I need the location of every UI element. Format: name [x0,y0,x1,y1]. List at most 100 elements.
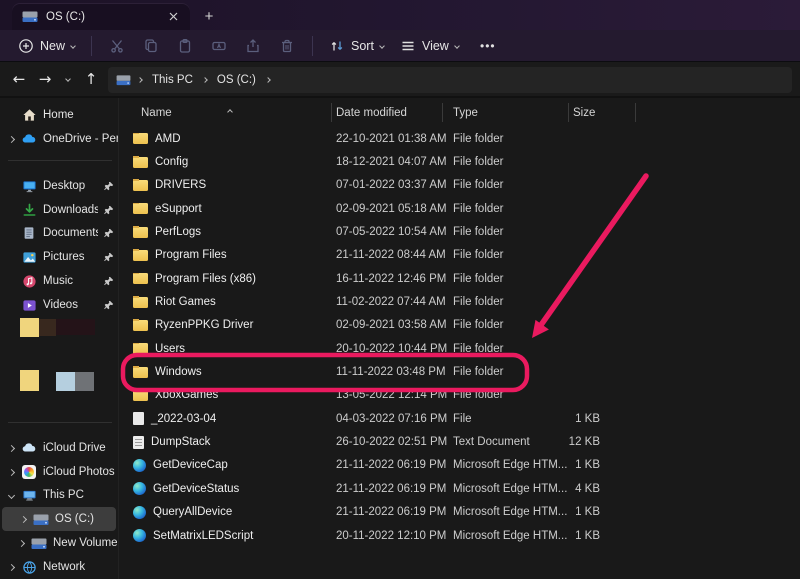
address-bar[interactable]: This PC OS (C:) [108,67,792,93]
chevron-right-icon[interactable] [8,563,15,570]
column-separator[interactable] [331,103,332,122]
desktop-icon [21,179,37,194]
column-separator[interactable] [635,103,636,122]
delete-button[interactable] [270,33,304,59]
folder-icon [133,273,148,284]
sidebar-item-documents[interactable]: Documents [0,221,118,245]
column-separator[interactable] [442,103,443,122]
tab-close-icon[interactable] [164,8,182,26]
sidebar-item-icloud-drive[interactable]: iCloud Drive [0,436,118,460]
downloads-icon [21,203,37,218]
folder-icon [133,250,148,261]
table-row[interactable]: Program Files (x86)16-11-2022 12:46 PMFi… [133,267,653,290]
chevron-right-icon[interactable] [8,468,15,475]
table-row[interactable]: eSupport02-09-2021 05:18 AMFile folder [133,197,653,220]
file-icon [133,412,144,425]
table-row[interactable]: Config18-12-2021 04:07 AMFile folder [133,150,653,173]
chevron-right-icon[interactable] [8,135,15,142]
forward-button[interactable]: → [32,66,58,92]
table-row[interactable]: AMD22-10-2021 01:38 AMFile folder [133,127,653,150]
sort-button[interactable]: Sort [321,33,392,59]
sidebar-item-desktop[interactable]: Desktop [0,174,118,198]
table-row[interactable]: Users20-10-2022 10:44 PMFile folder [133,337,653,360]
file-explorer-window: OS (C:) + New [0,0,800,579]
chevron-down-icon[interactable] [8,491,15,498]
rename-icon [211,38,227,54]
sidebar-item-music[interactable]: Music [0,269,118,293]
table-row-windows[interactable]: Windows11-11-2022 03:48 PMFile folder [133,360,653,383]
new-button[interactable]: New [10,33,83,59]
table-row[interactable]: QueryAllDevice21-11-2022 06:19 PMMicroso… [133,501,653,524]
sidebar-thumbnail [56,319,95,335]
column-header-type[interactable]: Type [453,107,478,119]
recent-locations-button[interactable] [58,66,78,92]
table-row[interactable]: PerfLogs07-05-2022 10:54 AMFile folder [133,220,653,243]
breadcrumb-separator-icon [137,77,143,83]
sidebar-item-os-c[interactable]: OS (C:) [2,507,116,531]
column-header-size[interactable]: Size [573,107,595,119]
chevron-right-icon[interactable] [18,539,25,546]
share-button[interactable] [236,33,270,59]
sidebar-item-this-pc[interactable]: This PC [0,483,118,507]
table-row[interactable]: SetMatrixLEDScript20-11-2022 12:10 PMMic… [133,524,653,547]
column-separator[interactable] [568,103,569,122]
videos-icon [21,298,37,313]
sidebar-item-icloud-photos[interactable]: iCloud Photos [0,460,118,484]
chevron-right-icon[interactable] [8,444,15,451]
paste-button[interactable] [168,33,202,59]
table-row[interactable]: XboxGames13-05-2022 12:14 PMFile folder [133,384,653,407]
pin-icon [104,252,114,262]
back-button[interactable]: ← [6,66,32,92]
home-icon [21,108,37,123]
table-row[interactable]: DRIVERS07-01-2022 03:37 AMFile folder [133,174,653,197]
table-row[interactable]: RyzenPPKG Driver02-09-2021 03:58 AMFile … [133,314,653,337]
chevron-right-icon[interactable] [20,515,27,522]
table-row[interactable]: Program Files21-11-2022 08:44 AMFile fol… [133,244,653,267]
sidebar-item-new-volume-d[interactable]: New Volume (D:) [0,531,118,555]
sidebar-item-network[interactable]: Network [0,555,118,579]
paste-icon [177,38,193,54]
sidebar-thumbnail [75,372,94,391]
pin-icon [104,205,114,215]
cut-button[interactable] [100,33,134,59]
file-list: AMD22-10-2021 01:38 AMFile folder Config… [133,127,653,547]
music-icon [21,274,37,289]
drive-icon [22,10,38,23]
sidebar-separator [8,160,112,161]
folder-icon [133,320,148,331]
edge-html-icon [133,506,146,519]
breadcrumb-os-c[interactable]: OS (C:) [214,73,259,87]
table-row[interactable]: Riot Games11-02-2022 07:44 AMFile folder [133,290,653,313]
sidebar-thumbnail [39,319,56,336]
rename-button[interactable] [202,33,236,59]
table-row[interactable]: GetDeviceCap21-11-2022 06:19 PMMicrosoft… [133,454,653,477]
more-options-button[interactable]: ••• [471,33,505,59]
copy-button[interactable] [134,33,168,59]
sidebar-item-onedrive[interactable]: OneDrive - Persona [0,127,118,151]
column-header-date-modified[interactable]: Date modified [336,107,407,119]
sidebar-item-home[interactable]: Home [0,103,118,127]
chevron-down-icon [70,43,76,49]
sort-ascending-icon [228,101,232,119]
sidebar-item-downloads[interactable]: Downloads [0,198,118,222]
onedrive-cloud-icon [21,131,37,147]
table-row[interactable]: GetDeviceStatus21-11-2022 06:19 PMMicros… [133,477,653,500]
pictures-icon [21,250,37,265]
view-button[interactable]: View [392,33,467,59]
column-header-name[interactable]: Name [141,107,172,119]
sidebar-item-pictures[interactable]: Pictures [0,245,118,269]
sidebar-item-videos[interactable]: Videos [0,293,118,317]
new-tab-button[interactable]: + [198,5,220,27]
table-row[interactable]: DumpStack26-10-2022 02:51 PMText Documen… [133,430,653,453]
folder-icon [133,227,148,238]
folder-icon [133,367,148,378]
up-button[interactable]: ↑ [78,66,104,92]
share-icon [245,38,261,54]
breadcrumb-this-pc[interactable]: This PC [149,73,196,87]
breadcrumb-separator-icon [265,77,271,83]
navigation-pane: Home OneDrive - Persona Desktop Download… [0,98,118,579]
edge-html-icon [133,482,146,495]
explorer-tab[interactable]: OS (C:) [12,3,190,30]
table-row[interactable]: _2022-03-0404-03-2022 07:16 PMFile1 KB [133,407,653,430]
edge-html-icon [133,459,146,472]
